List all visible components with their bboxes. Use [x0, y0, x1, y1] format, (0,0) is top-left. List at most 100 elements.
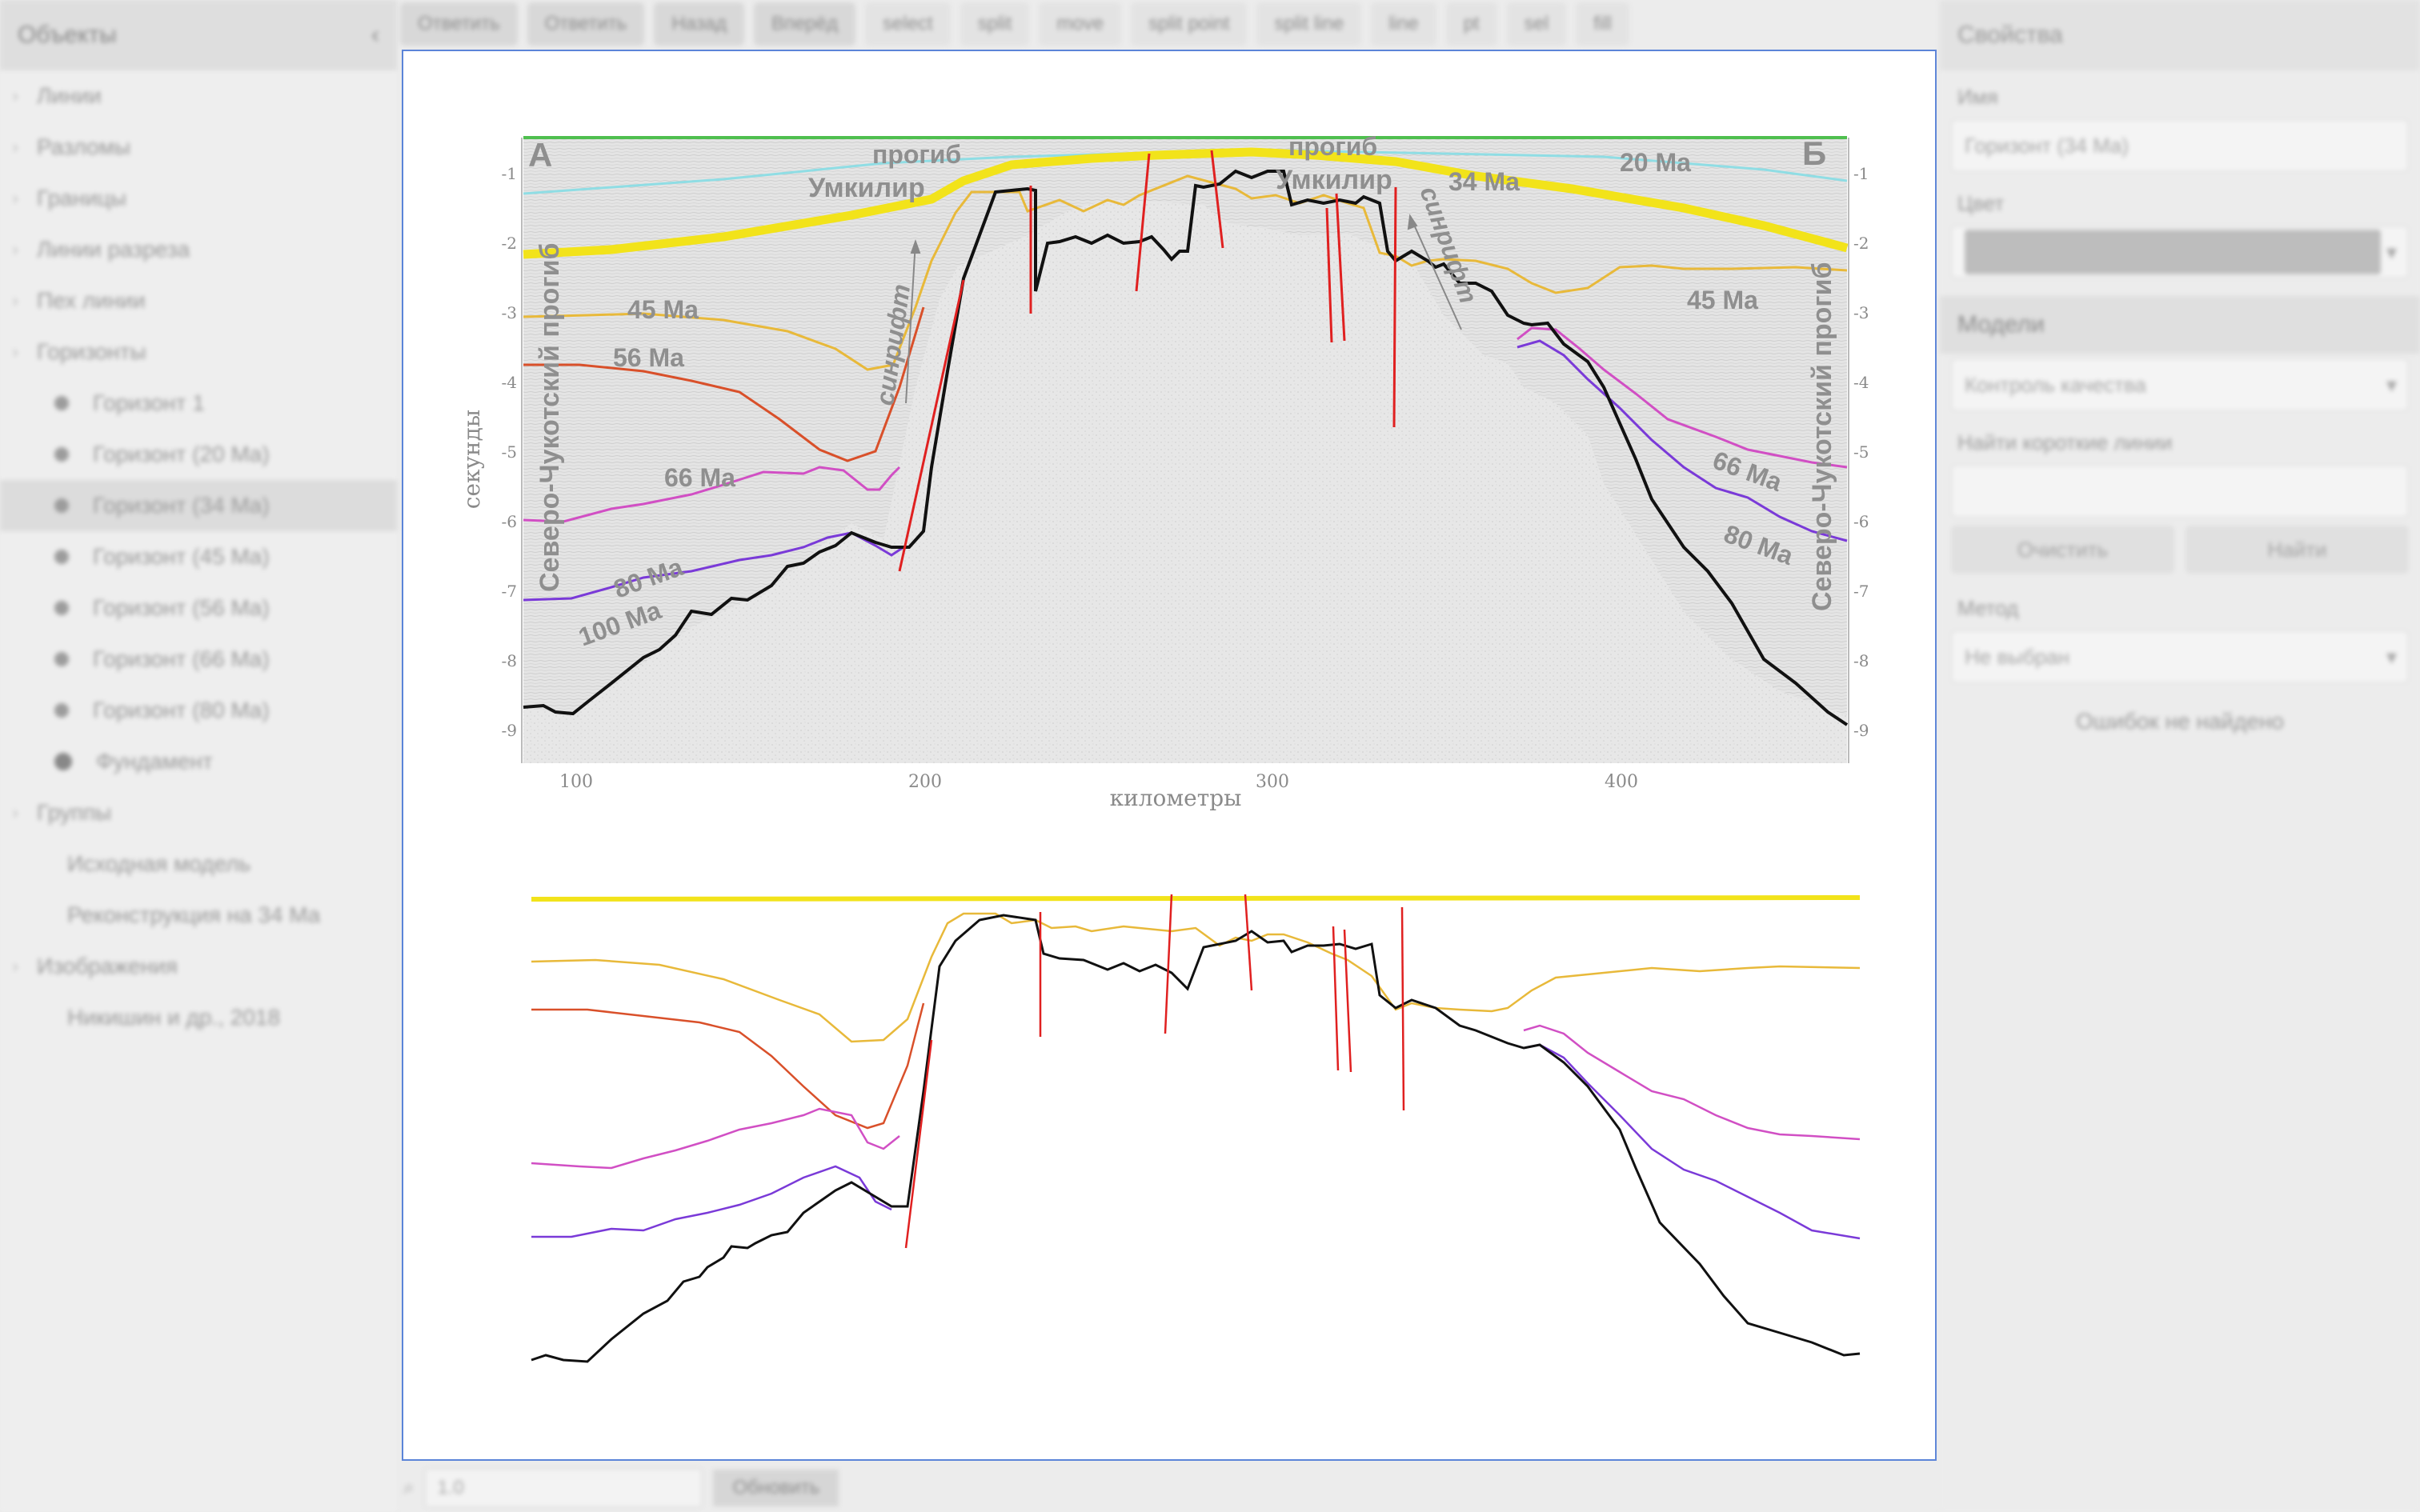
- tree-item[interactable]: Исходная модель: [0, 838, 397, 890]
- y-tick-label: -3: [1853, 303, 1869, 322]
- y-tick-label: -7: [1853, 582, 1869, 601]
- y-tick-label: -9: [1853, 721, 1869, 740]
- tree-item[interactable]: Горизонт (34 Ma): [0, 480, 397, 531]
- clear-button[interactable]: Очистить: [1951, 526, 2174, 574]
- visibility-dot-icon[interactable]: [54, 601, 69, 615]
- y-tick-label: -1: [502, 164, 517, 183]
- y-tick-label: -1: [1853, 164, 1869, 183]
- tree-item[interactable]: Горизонт (45 Ma): [0, 531, 397, 582]
- model-select[interactable]: Контроль качества ▾: [1951, 358, 2409, 411]
- tree-item[interactable]: Горизонт (56 Ma): [0, 582, 397, 634]
- tree-item[interactable]: Горизонт (66 Ma): [0, 634, 397, 685]
- y-tick-label: -6: [502, 512, 517, 531]
- visibility-dot-icon[interactable]: [54, 396, 69, 410]
- visibility-dot-icon[interactable]: [54, 703, 69, 718]
- expand-icon[interactable]: ›: [6, 342, 24, 362]
- y-tick-label: -9: [502, 721, 517, 740]
- tree-item[interactable]: › Изображения: [0, 941, 397, 992]
- tree-item-label: Горизонт (56 Ma): [93, 595, 270, 620]
- tree-item[interactable]: Фундамент: [0, 736, 397, 787]
- tree-item[interactable]: › Границы: [0, 173, 397, 224]
- method-select-value: Не выбран: [1965, 644, 2070, 669]
- expand-icon[interactable]: ›: [6, 290, 24, 311]
- tree-item[interactable]: › Разломы: [0, 122, 397, 173]
- y-tick-label: -8: [502, 651, 517, 670]
- color-label: Цвет: [1957, 191, 2005, 215]
- tree-item[interactable]: Реконструкция на 34 Ma: [0, 890, 397, 941]
- expand-icon[interactable]: ›: [6, 137, 24, 158]
- toolbar-button[interactable]: move: [1039, 2, 1122, 46]
- tree-item[interactable]: Горизонт (80 Ma): [0, 685, 397, 736]
- name-input[interactable]: Горизонт (34 Ma): [1951, 119, 2409, 172]
- find-button[interactable]: Найти: [2186, 526, 2409, 574]
- tree-item[interactable]: › Линии разреза: [0, 224, 397, 275]
- tree-item-label: Горизонт (20 Ma): [93, 442, 270, 466]
- toolbar-button[interactable]: Назад: [654, 2, 744, 46]
- zoom-icon: ⌕: [403, 1477, 415, 1498]
- tree-item-label: Горизонт (66 Ma): [93, 646, 270, 671]
- toolbar-button[interactable]: fill: [1576, 2, 1629, 46]
- find-short-lines-input[interactable]: [1951, 465, 2409, 518]
- method-select[interactable]: Не выбран ▾: [1951, 630, 2409, 683]
- toolbar-button[interactable]: sel: [1506, 2, 1567, 46]
- tree-item[interactable]: › Горизонты: [0, 326, 397, 378]
- expand-icon[interactable]: ›: [6, 86, 24, 106]
- toolbar-button[interactable]: split: [960, 2, 1030, 46]
- toolbar-button[interactable]: split line: [1256, 2, 1362, 46]
- tree-item[interactable]: Горизонт (20 Ma): [0, 429, 397, 480]
- tree-item[interactable]: › Пех линии: [0, 275, 397, 326]
- model-orange-horizon: [531, 912, 1861, 1043]
- expand-icon[interactable]: ›: [6, 239, 24, 260]
- tree-item-label: Горизонт (34 Ma): [93, 493, 270, 518]
- model-horizons: [531, 894, 1861, 1363]
- update-button[interactable]: Обновить: [713, 1470, 839, 1506]
- tree-item-label: Исходная модель: [67, 851, 251, 876]
- model-red-horizon: [531, 1002, 925, 1130]
- toolbar-button[interactable]: select: [865, 2, 951, 46]
- corner-label-b: Б: [1802, 134, 1826, 172]
- zoom-input[interactable]: 1.0: [425, 1469, 703, 1507]
- visibility-dot-icon[interactable]: [54, 498, 69, 513]
- bottom-bar: ⌕ 1.0 Обновить: [397, 1464, 1940, 1512]
- tree-item-label: Горизонт (80 Ma): [93, 698, 270, 722]
- visibility-dot-icon[interactable]: [54, 753, 72, 770]
- expand-icon[interactable]: ›: [6, 956, 24, 977]
- collapse-icon[interactable]: ‹: [371, 22, 379, 49]
- toolbar-button[interactable]: Вперёд: [753, 2, 856, 46]
- expand-icon[interactable]: ›: [6, 188, 24, 209]
- toolbar-button[interactable]: pt: [1445, 2, 1497, 46]
- visibility-dot-icon[interactable]: [54, 652, 69, 666]
- tree-item[interactable]: Горизонт 1: [0, 378, 397, 429]
- model-fault-lines: [904, 894, 1405, 1249]
- color-picker[interactable]: ▾: [1951, 226, 2409, 278]
- basin-label-right: Северо-Чукотский прогиб: [1807, 262, 1837, 612]
- figure-svg: -1 -1 -2 -2 -3 -3 -4 -4 -5 -5 -6 -6 -7 -7 -8 -8 -9 -9 100…: [459, 132, 1869, 1363]
- color-swatch: [1965, 230, 2381, 274]
- toolbar-button[interactable]: split point: [1131, 2, 1248, 46]
- toolbar-button[interactable]: Ответить: [527, 2, 645, 46]
- y-tick-label: -5: [1853, 442, 1869, 462]
- y-tick-label: -4: [502, 373, 517, 392]
- figure-canvas[interactable]: -1 -1 -2 -2 -3 -3 -4 -4 -5 -5 -6 -6 -7 -7 -8 -8 -9 -9 100…: [402, 50, 1937, 1461]
- expand-icon[interactable]: ›: [6, 802, 24, 823]
- y-tick-label: -6: [1853, 512, 1869, 531]
- model-yellow-horizon: [531, 895, 1861, 902]
- model-magenta-horizon-right: [1523, 1024, 1861, 1141]
- x-ticks: 100 200 300 400: [559, 772, 1638, 792]
- tree-item[interactable]: › Группы: [0, 787, 397, 838]
- visibility-dot-icon[interactable]: [54, 447, 69, 462]
- tree-item[interactable]: › Линии: [0, 70, 397, 122]
- age-label-45-right: 45 Ma: [1687, 286, 1758, 314]
- x-tick-label: 100: [559, 772, 593, 792]
- tree-item-label: Границы: [37, 186, 126, 210]
- model-select-value: Контроль качества: [1965, 372, 2146, 397]
- trough-label-top: прогиб: [872, 140, 961, 169]
- visibility-dot-icon[interactable]: [54, 550, 69, 564]
- toolbar-button[interactable]: Ответить: [400, 2, 518, 46]
- tree-item-label: Фундамент: [96, 749, 213, 774]
- tree-item[interactable]: Никишин и др., 2018: [0, 992, 397, 1043]
- objects-panel-header: Объекты ‹: [0, 0, 397, 70]
- trough-label-name: Умкилир: [808, 173, 925, 203]
- toolbar-button[interactable]: line: [1371, 2, 1436, 46]
- model-section-header: Модели: [1940, 296, 2420, 354]
